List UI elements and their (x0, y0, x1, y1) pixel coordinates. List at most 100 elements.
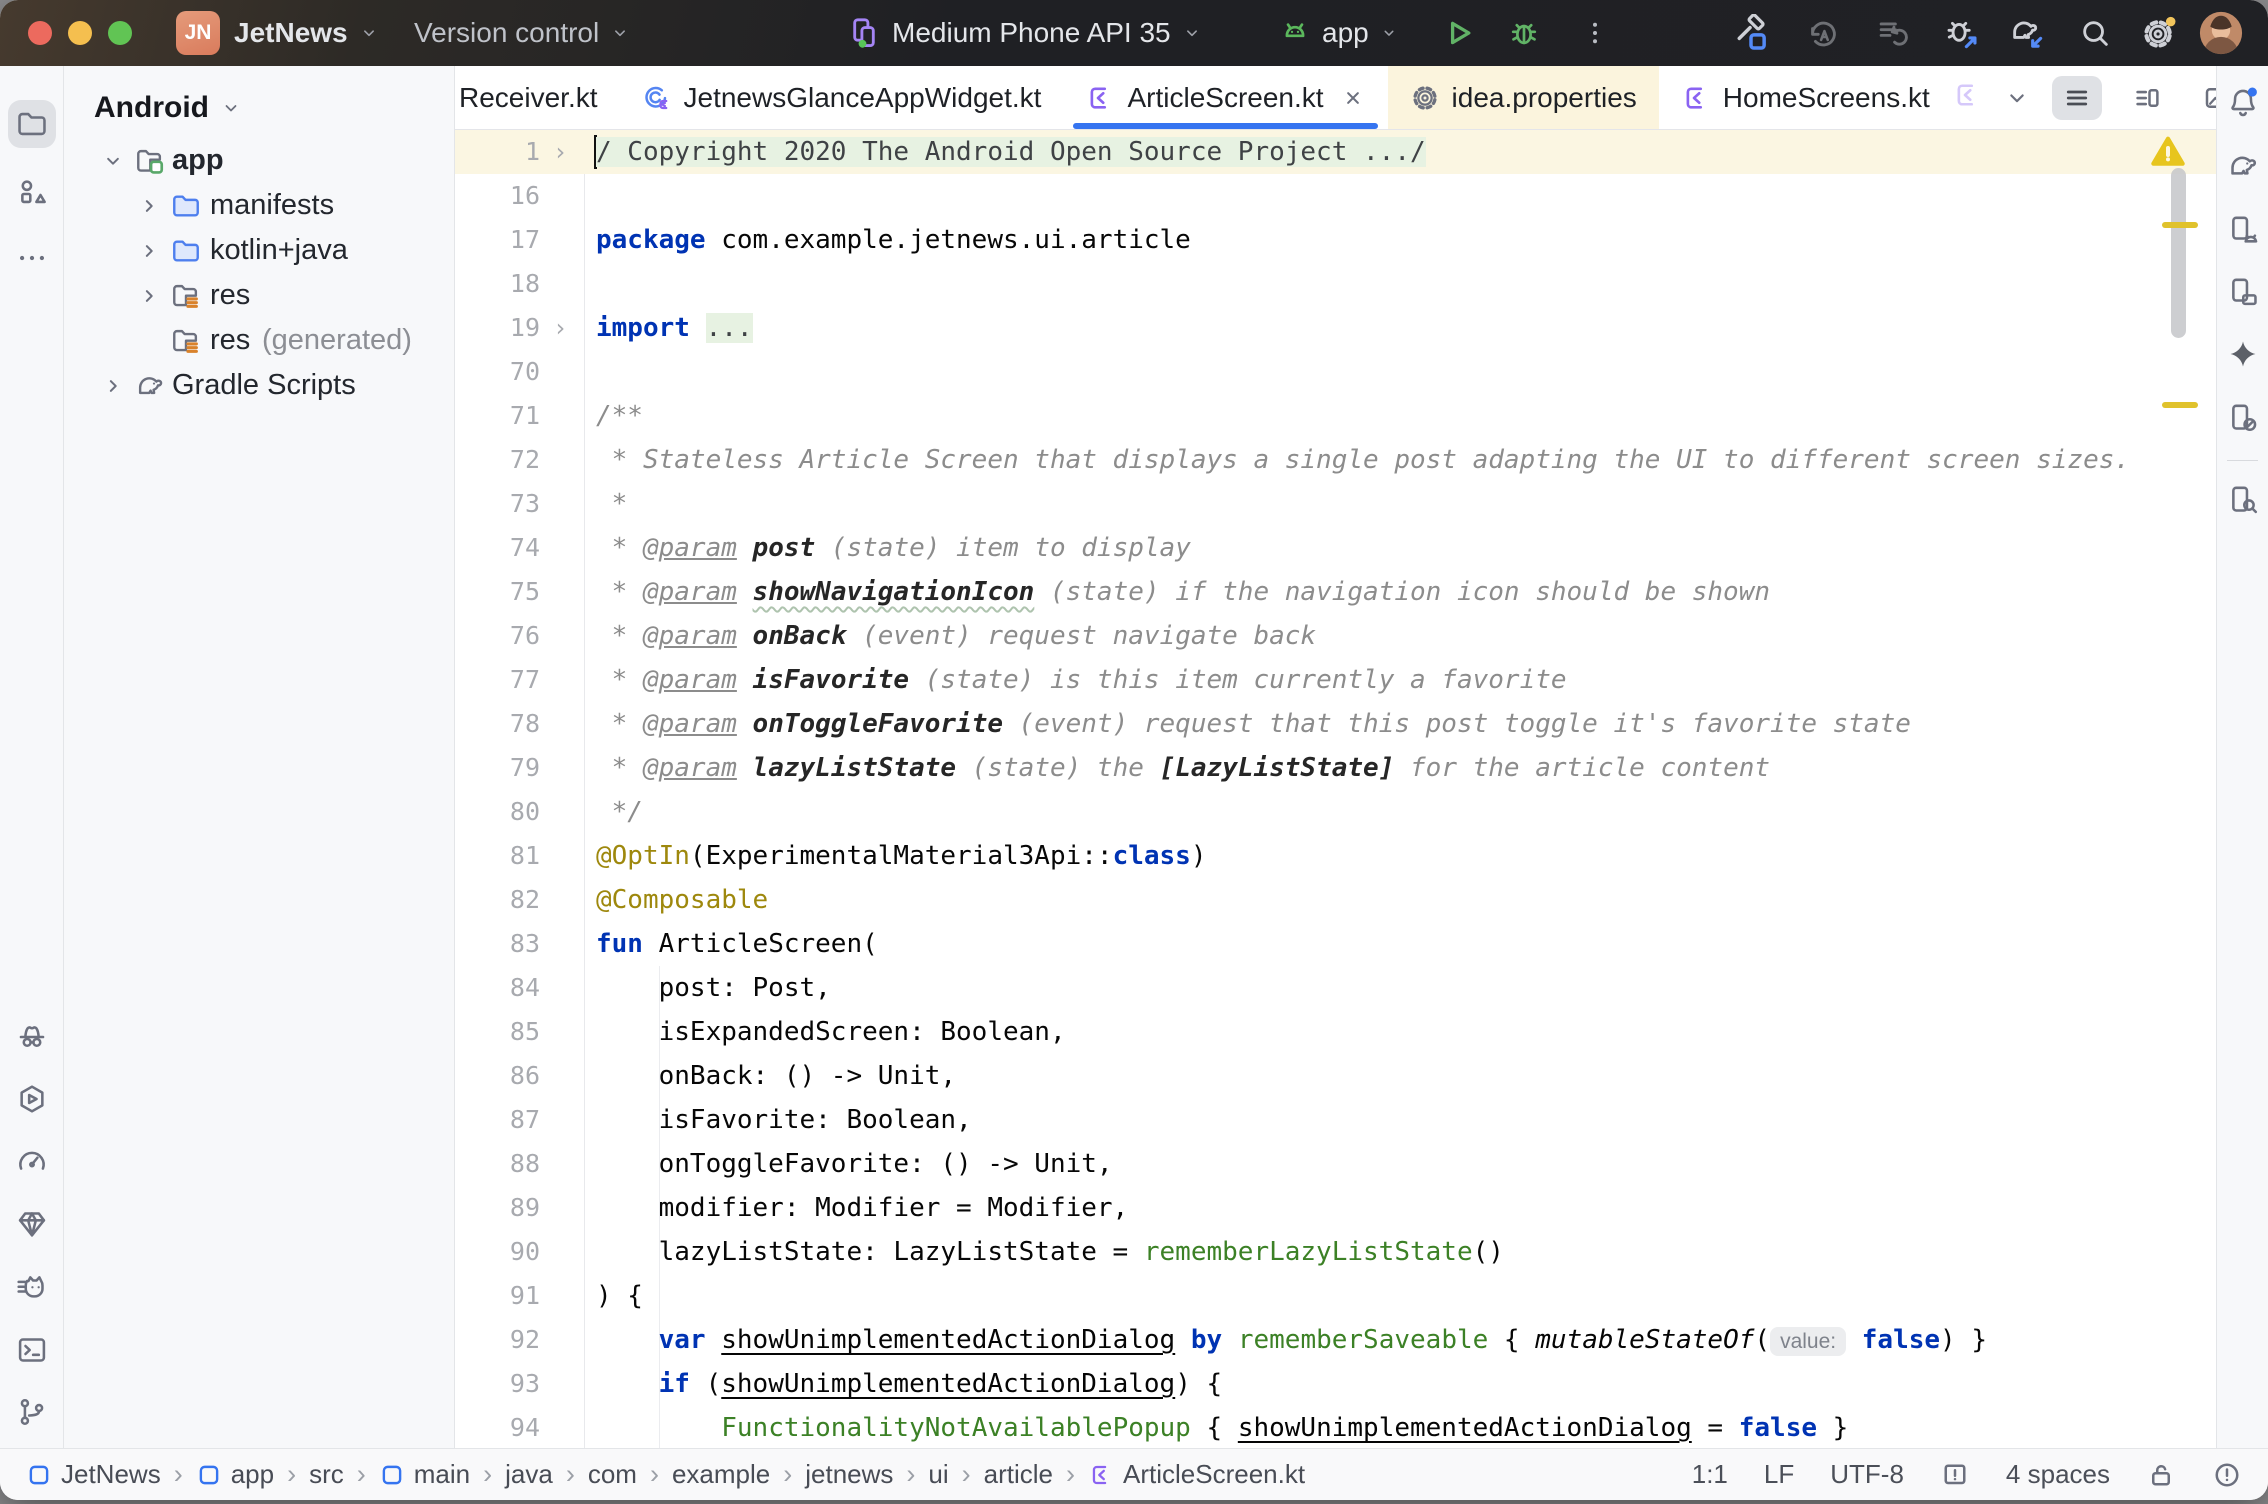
coverage-button[interactable] (1874, 0, 1912, 66)
code-line[interactable]: 1›/ Copyright 2020 The Android Open Sour… (455, 130, 2216, 174)
code-line[interactable]: 74 * @param post (state) item to display (455, 526, 2216, 570)
tab-receiver-kt[interactable]: Receiver.kt (455, 66, 620, 129)
breadcrumb-item-com[interactable]: com (588, 1459, 637, 1490)
minimize-window-button[interactable] (68, 21, 92, 45)
tool-strip-device-manager-button[interactable] (2221, 208, 2265, 252)
project-view-selector[interactable]: Android (94, 86, 243, 130)
zoom-window-button[interactable] (108, 21, 132, 45)
analysis-mark[interactable] (2162, 402, 2198, 408)
tool-strip-app-quality-insights-button[interactable] (8, 1200, 56, 1248)
tool-strip-version-control-button[interactable] (8, 1388, 56, 1436)
tool-strip-gradle-button[interactable] (2221, 144, 2265, 188)
code-line[interactable]: 86 onBack: () -> Unit, (455, 1054, 2216, 1098)
vcs-widget[interactable]: Version control (414, 0, 631, 66)
view-mode-code-button[interactable] (2052, 76, 2102, 120)
analysis-mark[interactable] (2162, 222, 2198, 228)
code-line[interactable]: 90 lazyListState: LazyListState = rememb… (455, 1230, 2216, 1274)
tab-homescreens-kt[interactable]: HomeScreens.kt (1659, 66, 1952, 129)
status-file-lock[interactable] (2146, 1460, 2176, 1490)
code-line[interactable]: 89 modifier: Modifier = Modifier, (455, 1186, 2216, 1230)
breadcrumb-item-ui[interactable]: ui (928, 1459, 948, 1490)
show-hidden-tabs-chevron-icon[interactable] (2002, 83, 2032, 113)
tab-idea-properties[interactable]: idea.properties (1388, 66, 1659, 129)
device-selector[interactable]: Medium Phone API 35 (846, 0, 1203, 66)
project-tree-item-app[interactable]: app (64, 138, 454, 183)
code-line[interactable]: 71/** (455, 394, 2216, 438)
breadcrumb-item-example[interactable]: example (672, 1459, 770, 1490)
code-line[interactable]: 77 * @param isFavorite (state) is this i… (455, 658, 2216, 702)
chevron-right-icon[interactable] (136, 283, 162, 309)
code-line[interactable]: 17package com.example.jetnews.ui.article (455, 218, 2216, 262)
code-line[interactable]: 80 */ (455, 790, 2216, 834)
code-line[interactable]: 18 (455, 262, 2216, 306)
tool-strip-profiler-button[interactable] (8, 1138, 56, 1186)
breadcrumb-item-articlescreen-kt[interactable]: ArticleScreen.kt (1088, 1459, 1305, 1490)
code-line[interactable]: 78 * @param onToggleFavorite (event) req… (455, 702, 2216, 746)
close-window-button[interactable] (28, 21, 52, 45)
code-line[interactable]: 81@OptIn(ExperimentalMaterial3Api::class… (455, 834, 2216, 878)
gradle-sync-button[interactable] (2008, 0, 2046, 66)
tool-strip-app-inspection-button[interactable] (2221, 478, 2265, 522)
tab-articlescreen-kt[interactable]: ArticleScreen.kt (1063, 66, 1387, 129)
code-line[interactable]: 87 isFavorite: Boolean, (455, 1098, 2216, 1142)
chevron-right-icon[interactable] (100, 373, 126, 399)
code-line[interactable]: 88 onToggleFavorite: () -> Unit, (455, 1142, 2216, 1186)
code-line[interactable]: 93 if (showUnimplementedActionDialog) { (455, 1362, 2216, 1406)
project-tree-item-res[interactable]: res (generated) (64, 318, 454, 363)
code-line[interactable]: 16 (455, 174, 2216, 218)
tool-strip-terminal-button[interactable] (8, 1326, 56, 1374)
code-editor[interactable]: 1›/ Copyright 2020 The Android Open Sour… (455, 130, 2216, 1448)
profile-run-button[interactable] (1804, 0, 1842, 66)
code-line[interactable]: 94 FunctionalityNotAvailablePopup { show… (455, 1406, 2216, 1450)
project-tree-item-gradle-scripts[interactable]: Gradle Scripts (64, 363, 454, 408)
tool-strip-project-button[interactable] (8, 100, 56, 148)
chevron-right-icon[interactable] (136, 193, 162, 219)
code-line[interactable]: 19›import ... (455, 306, 2216, 350)
fold-chevron-icon[interactable]: › (553, 130, 567, 174)
status-indent[interactable]: 4 spaces (2006, 1459, 2110, 1490)
status-encoding[interactable]: UTF-8 (1830, 1459, 1904, 1490)
code-line[interactable]: 72 * Stateless Article Screen that displ… (455, 438, 2216, 482)
build-button[interactable] (1732, 0, 1770, 66)
code-line[interactable]: 79 * @param lazyListState (state) the [L… (455, 746, 2216, 790)
search-everywhere-button[interactable] (2078, 0, 2112, 66)
breadcrumb-item-jetnews[interactable]: JetNews (26, 1459, 161, 1490)
code-line[interactable]: 82@Composable (455, 878, 2216, 922)
code-line[interactable]: 76 * @param onBack (event) request navig… (455, 614, 2216, 658)
code-line[interactable]: 70 (455, 350, 2216, 394)
tab-jetnewsglanceappwidget-kt[interactable]: JetnewsGlanceAppWidget.kt (620, 66, 1064, 129)
status-inspections-widget[interactable] (1940, 1460, 1970, 1490)
code-line[interactable]: 91) { (455, 1274, 2216, 1318)
project-widget[interactable]: JetNews (234, 0, 380, 66)
breadcrumb-item-jetnews[interactable]: jetnews (805, 1459, 893, 1490)
breadcrumb-item-app[interactable]: app (196, 1459, 274, 1490)
tool-strip-notifications-button[interactable] (2221, 80, 2265, 124)
code-line[interactable]: 75 * @param showNavigationIcon (state) i… (455, 570, 2216, 614)
editor-scrollbar[interactable] (2171, 168, 2186, 338)
run-button[interactable] (1440, 0, 1476, 66)
tool-strip-services-button[interactable] (8, 1075, 56, 1123)
tool-strip-more-tool-windows-button[interactable] (8, 234, 56, 282)
inspections-warning-icon[interactable] (2148, 132, 2188, 172)
tool-strip-gemini-button[interactable] (2221, 332, 2265, 376)
project-tree-item-res[interactable]: res (64, 273, 454, 318)
project-tree-item-manifests[interactable]: manifests (64, 183, 454, 228)
settings-button[interactable] (2140, 0, 2178, 66)
tool-strip-device-mirroring-button[interactable] (2221, 396, 2265, 440)
tool-strip-resource-manager-button[interactable] (8, 168, 56, 216)
breadcrumb-item-java[interactable]: java (505, 1459, 553, 1490)
attach-debugger-button[interactable] (1942, 0, 1980, 66)
close-tab-icon[interactable] (1340, 85, 1366, 111)
status-line-separator[interactable]: LF (1764, 1459, 1794, 1490)
breadcrumb-item-src[interactable]: src (309, 1459, 344, 1490)
project-tree-item-kotlin-java[interactable]: kotlin+java (64, 228, 454, 273)
chevron-down-icon[interactable] (100, 148, 126, 174)
user-avatar[interactable] (2198, 0, 2244, 66)
tool-strip-running-devices-button[interactable] (2221, 270, 2265, 314)
view-mode-split-button[interactable] (2122, 76, 2172, 120)
status-caret-position[interactable]: 1:1 (1692, 1459, 1728, 1490)
breadcrumb-item-main[interactable]: main (379, 1459, 470, 1490)
breadcrumb-item-article[interactable]: article (984, 1459, 1053, 1490)
run-configuration-selector[interactable]: app (1278, 0, 1399, 66)
status-problems[interactable] (2212, 1460, 2242, 1490)
